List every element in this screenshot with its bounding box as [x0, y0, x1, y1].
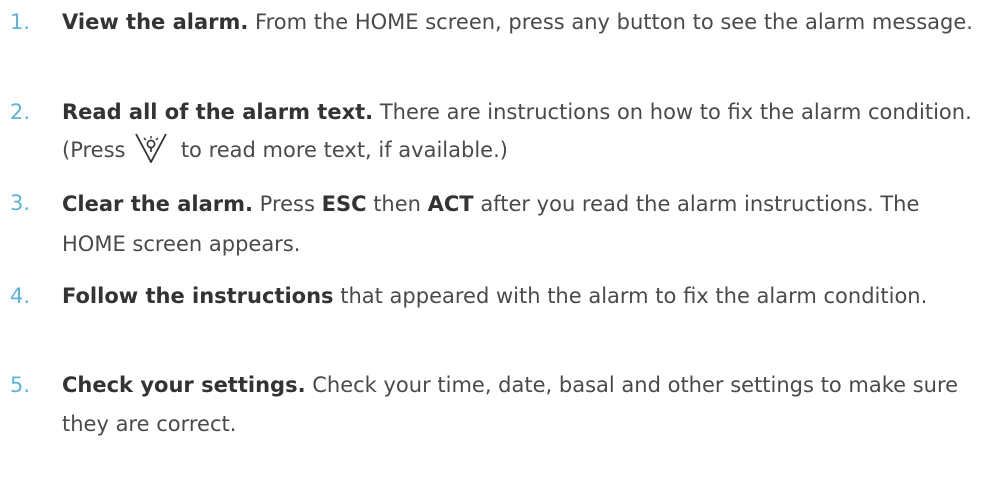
esc-key-label: ESC — [321, 192, 367, 216]
step-text: then — [366, 192, 428, 216]
step-body: Clear the alarm. Press ESC then ACT afte… — [62, 184, 987, 264]
step-text: Press — [253, 192, 322, 216]
step-number: 2. — [10, 100, 31, 124]
step-title: Clear the alarm. — [62, 192, 253, 216]
step-title: Read all of the alarm text. — [62, 100, 374, 124]
step-body: View the alarm. From the HOME screen, pr… — [62, 3, 987, 42]
step-number: 1. — [10, 10, 31, 34]
step-body: Read all of the alarm text. There are in… — [62, 93, 987, 169]
step-number: 5. — [10, 373, 31, 397]
alarm-steps-list: 1. View the alarm. From the HOME screen,… — [0, 0, 998, 491]
step-title: View the alarm. — [62, 10, 249, 34]
step-title: Follow the instructions — [62, 284, 334, 308]
step-body: Follow the instructions that appeared wi… — [62, 277, 987, 316]
step-title: Check your settings. — [62, 373, 306, 397]
act-key-label: ACT — [427, 192, 474, 216]
step-text: From the HOME screen, press any button t… — [248, 10, 973, 34]
step-number: 4. — [10, 284, 31, 308]
step-body: Check your settings. Check your time, da… — [62, 366, 987, 444]
step-number: 3. — [10, 191, 31, 215]
step-text-after-icon: to read more text, if available.) — [174, 138, 508, 162]
step-text: that appeared with the alarm to fix the … — [333, 284, 928, 308]
backlight-button-icon — [134, 133, 168, 163]
